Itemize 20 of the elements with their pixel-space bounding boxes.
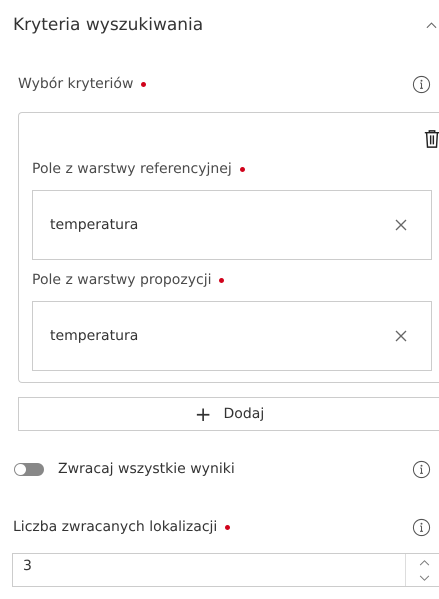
- clear-icon[interactable]: [395, 330, 407, 342]
- field-label: Pole z warstwy propozycji: [32, 272, 212, 288]
- number-field[interactable]: 3: [12, 553, 439, 587]
- count-label: Liczba zwracanych lokalizacji: [13, 519, 218, 535]
- add-button[interactable]: + Dodaj: [18, 397, 439, 431]
- section-title: Kryteria wyszukiwania: [13, 15, 204, 35]
- select-field[interactable]: temperatura: [32, 190, 432, 260]
- increment-icon[interactable]: [418, 558, 430, 566]
- info-icon[interactable]: [412, 74, 431, 94]
- info-icon[interactable]: [412, 460, 431, 478]
- select-field[interactable]: temperatura: [32, 301, 432, 371]
- chevron-icon[interactable]: [426, 21, 437, 29]
- field-label: Pole z warstwy referencyjnej: [32, 161, 232, 177]
- toggle-label: Zwracaj wszystkie wyniki: [58, 461, 235, 477]
- trash-icon[interactable]: [423, 129, 439, 149]
- toggle-switch[interactable]: [14, 462, 44, 476]
- info-icon[interactable]: [412, 518, 431, 536]
- criteria-label: Wybór kryteriów: [18, 76, 134, 92]
- decrement-icon[interactable]: [418, 574, 430, 582]
- clear-icon[interactable]: [395, 219, 407, 231]
